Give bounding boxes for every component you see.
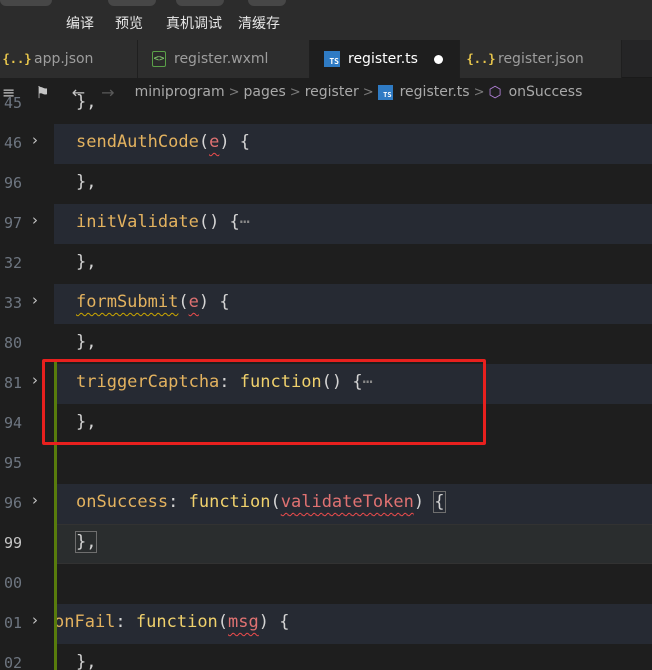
keyword: function [188, 492, 271, 512]
tab-register-wxml[interactable]: <> register.wxml [138, 40, 310, 78]
remote-debug-button[interactable]: 真机调试 [166, 13, 222, 33]
toolbar-icon-slot[interactable] [108, 0, 156, 6]
line-number: 46 [3, 134, 22, 152]
tab-label: register.json [498, 51, 584, 67]
line-number: 00 [3, 574, 22, 592]
fold-chevron-icon[interactable]: › [32, 211, 38, 229]
matched-brace: { [433, 491, 446, 513]
tab-label: app.json [34, 51, 94, 67]
code-line: 32 }, [0, 244, 652, 284]
code-line: 02 }, [0, 644, 652, 670]
line-number: 96 [3, 494, 22, 512]
code-text: }, [76, 332, 97, 352]
parameter: validateToken [280, 492, 414, 512]
code-line: 80 }, [0, 324, 652, 364]
code-line: 97 › initValidate() {⋯ [0, 204, 652, 244]
tab-register-json[interactable]: {..} register.json [460, 40, 622, 78]
folded-ellipsis[interactable]: ⋯ [240, 212, 250, 232]
parameter: e [209, 132, 220, 152]
method-name: initValidate [76, 212, 199, 232]
preview-button[interactable]: 预览 [115, 13, 143, 33]
line-number: 81 [3, 374, 22, 392]
unsaved-dot-icon[interactable] [433, 54, 443, 64]
fold-chevron-icon[interactable]: › [32, 131, 38, 149]
method-name: onSuccess [76, 492, 169, 512]
line-number: 01 [3, 614, 22, 632]
compile-button[interactable]: 编译 [66, 13, 94, 33]
clear-cache-button[interactable]: 清缓存 [238, 13, 280, 33]
code-line-current: 99 }, [0, 524, 652, 564]
fold-chevron-icon[interactable]: › [32, 291, 38, 309]
code-text: }, [76, 172, 97, 192]
code-text: initValidate() {⋯ [76, 212, 251, 232]
annotation-highlight-box [42, 359, 486, 445]
tab-register-ts[interactable]: TS register.ts [310, 40, 460, 78]
fold-chevron-icon[interactable]: › [32, 611, 38, 629]
code-text: onSuccess: function(validateToken) { [76, 491, 446, 513]
ts-file-icon: TS [324, 51, 340, 67]
parameter: msg [228, 612, 259, 632]
code-line: 00 [0, 564, 652, 604]
code-line: 45 }, [0, 84, 652, 124]
wxml-file-icon: <> [152, 51, 166, 67]
code-text: }, [76, 92, 97, 112]
code-line: 96 }, [0, 164, 652, 204]
devtools-toolbar: 编译 预览 真机调试 清缓存 [0, 0, 652, 40]
line-number: 95 [3, 454, 22, 472]
line-number: 96 [3, 174, 22, 192]
line-number: 32 [3, 254, 22, 272]
method-name: sendAuthCode [76, 132, 199, 152]
code-text: }, [76, 652, 97, 670]
toolbar-icon-slot[interactable] [0, 0, 52, 6]
json-braces-icon: {..} [2, 52, 32, 66]
code-text: }, [76, 252, 97, 272]
keyword: function [135, 612, 218, 632]
json-braces-icon: {..} [466, 52, 496, 66]
tab-app-json[interactable]: {..} app.json [0, 40, 138, 78]
code-line: 95 [0, 444, 652, 484]
parameter: e [188, 292, 199, 312]
tab-label: register.wxml [174, 51, 269, 67]
fold-chevron-icon[interactable]: › [32, 371, 38, 389]
code-text: sendAuthCode(e) { [76, 132, 251, 152]
line-number: 97 [3, 214, 22, 232]
line-number: 80 [3, 334, 22, 352]
code-line: 46 › sendAuthCode(e) { [0, 124, 652, 164]
fold-chevron-icon[interactable]: › [32, 491, 38, 509]
line-number: 45 [3, 94, 22, 112]
method-name: formSubmit [76, 292, 179, 312]
tab-label: register.ts [348, 51, 418, 67]
code-text: formSubmit(e) { [76, 292, 230, 312]
code-line: 96 › onSuccess: function(validateToken) … [0, 484, 652, 524]
code-line: 33 › formSubmit(e) { [0, 284, 652, 324]
editor-tab-bar: {..} app.json <> register.wxml TS regist… [0, 40, 652, 78]
toolbar-icon-slot[interactable] [248, 0, 286, 6]
code-text: }, [74, 531, 98, 553]
line-number: 94 [3, 414, 22, 432]
toolbar-icon-slot[interactable] [176, 0, 224, 6]
line-number: 33 [3, 294, 22, 312]
code-line: 01 › onFail: function(msg) { [0, 604, 652, 644]
method-name: onFail [54, 612, 116, 632]
code-text: onFail: function(msg) { [54, 612, 290, 632]
line-number: 99 [3, 534, 22, 552]
line-number: 02 [3, 654, 22, 670]
